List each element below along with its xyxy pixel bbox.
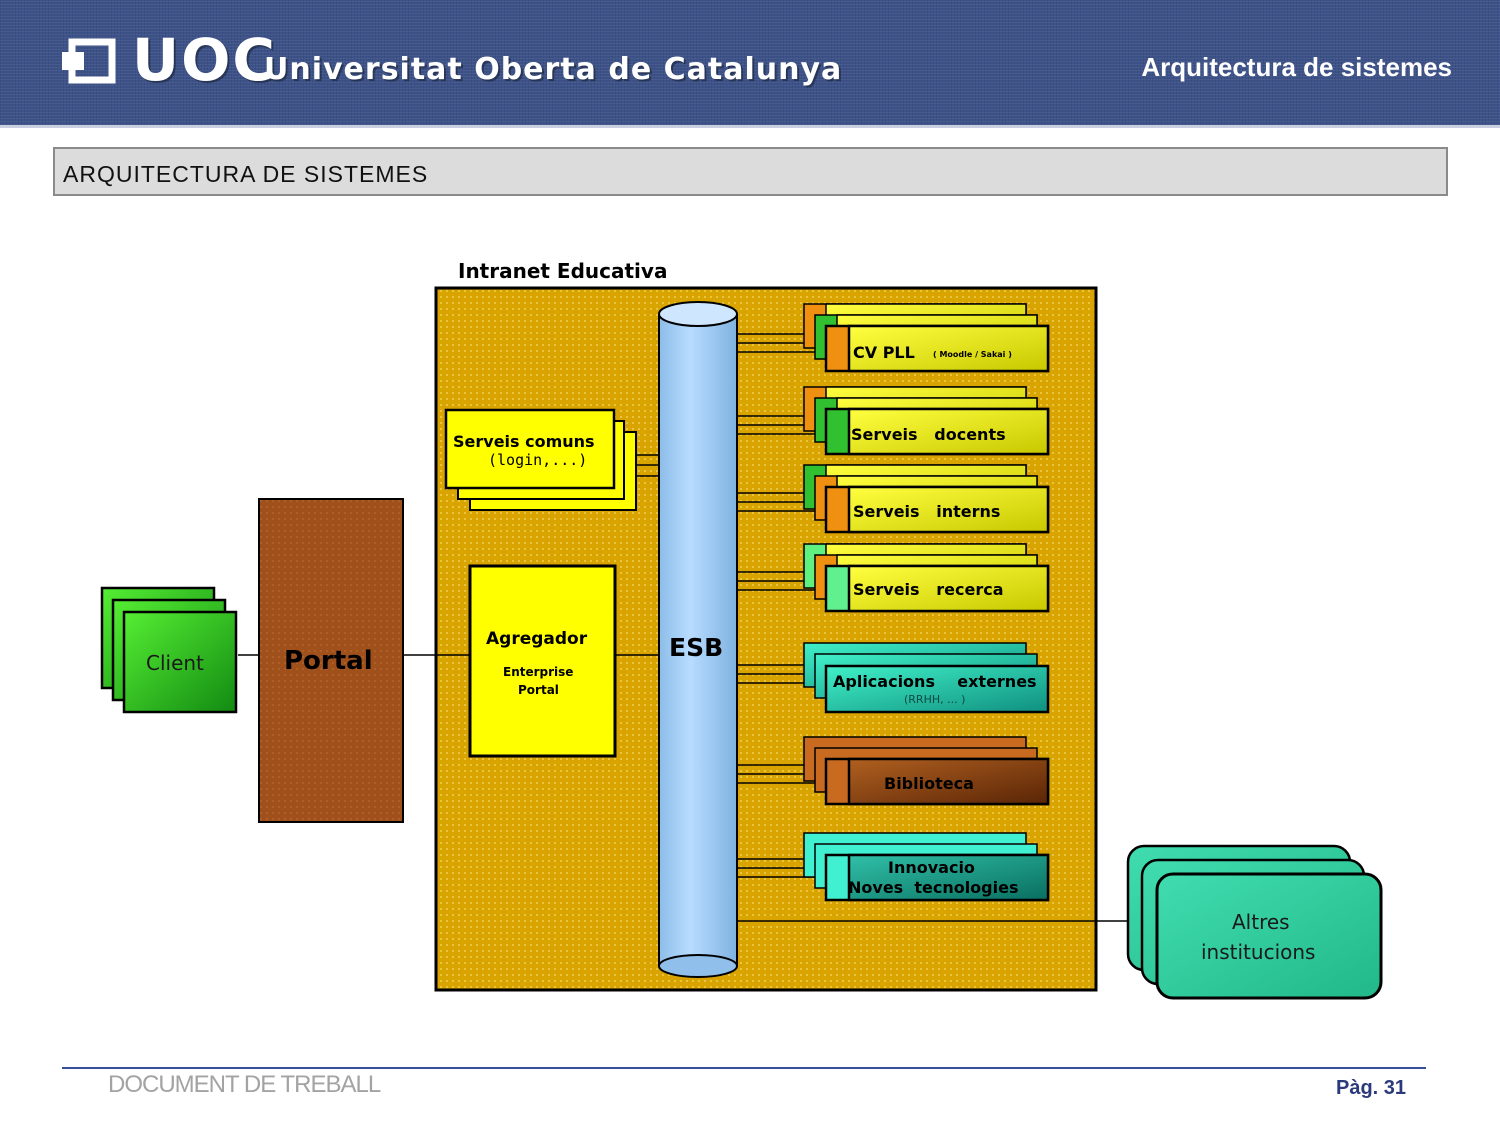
agregador-sub1: Enterprise: [503, 665, 574, 679]
service-sub-innovacio: Noves tecnologies: [848, 878, 1019, 897]
client-node: [100, 586, 238, 714]
agregador-node: [468, 564, 617, 758]
service-label-innovacio: Innovacio: [888, 858, 975, 877]
service-label-docents: Serveis docents: [851, 425, 1006, 444]
service-stack-interns: [803, 464, 1050, 534]
footer-divider: [62, 1067, 1426, 1069]
agregador-label: Agregador: [486, 629, 588, 649]
esb-label: ESB: [669, 633, 724, 662]
client-label: Client: [146, 651, 204, 675]
service-label-aplicacions: Aplicacions externes: [833, 672, 1037, 691]
service-label-recerca: Serveis recerca: [853, 580, 1004, 599]
service-label-biblioteca: Biblioteca: [884, 774, 974, 793]
service-stack-biblioteca: [803, 736, 1050, 806]
serveis-comuns-label: Serveis comuns: [453, 432, 595, 451]
footer-page-number: Pàg. 31: [1336, 1077, 1407, 1099]
service-stack-recerca: [803, 543, 1050, 613]
serveis-comuns-sub: (login,...): [488, 451, 588, 469]
footer-document-label: DOCUMENT DE TREBALL: [108, 1071, 381, 1098]
intranet-label: Intranet Educativa: [458, 259, 668, 283]
service-label-interns: Serveis interns: [853, 502, 1001, 521]
service-sub-cvpll: ( Moodle / Sakai ): [933, 350, 1012, 359]
portal-label: Portal: [284, 646, 373, 676]
altres-label-1: Altres: [1232, 910, 1290, 934]
agregador-sub2: Portal: [518, 683, 559, 697]
service-stack-cvpll: [803, 303, 1050, 373]
service-sub-aplicacions: (RRHH, ... ): [904, 693, 966, 706]
service-label-cvpll: CV PLL: [853, 343, 915, 362]
altres-label-2: institucions: [1201, 940, 1316, 964]
